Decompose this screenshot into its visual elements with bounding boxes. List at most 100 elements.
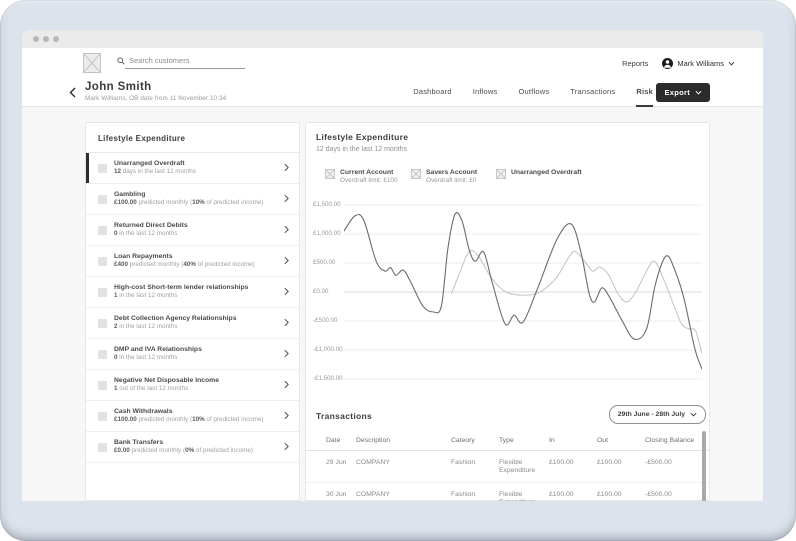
risk-item-value: £100.00 predicted monthly (10% of predic…	[114, 415, 264, 423]
risk-item-icon	[98, 163, 107, 173]
table-column-header: Type	[499, 437, 514, 444]
table-cell: Flexible Expenditure	[499, 458, 536, 474]
page-subtitle: Mark Williams, OB date from 11 November …	[85, 95, 227, 102]
risk-item-icon	[98, 256, 107, 266]
window-control-dot[interactable]	[53, 36, 59, 42]
sidebar-item[interactable]: Unarranged Overdraft 12 days in the last…	[86, 153, 299, 184]
y-axis-tick: -£1,000.00	[313, 346, 343, 353]
table-cell: £100.00	[597, 458, 622, 466]
sidebar-item[interactable]: Debt Collection Agency Relationships 2 i…	[86, 308, 299, 339]
device-frame: Reports Mark Williams John Smith Mark Wi…	[0, 0, 796, 541]
sidebar-item[interactable]: Cash Withdrawals £100.00 predicted month…	[86, 401, 299, 432]
risk-item-value: £0.00 predicted monthly (0% of predicted…	[114, 446, 253, 454]
date-range-dropdown[interactable]: 29th June - 28th July	[608, 405, 706, 424]
image-placeholder-icon	[325, 169, 335, 179]
risk-item-value: 0 in the last 12 months	[114, 353, 178, 361]
page-header: John Smith Mark Williams, OB date from 1…	[22, 78, 763, 107]
sidebar-title: Lifestyle Expenditure	[86, 123, 299, 153]
window-control-dot[interactable]	[33, 36, 39, 42]
tab-outflows[interactable]: Outflows	[519, 78, 550, 107]
risk-item-value: 1 out of the last 12 months	[114, 384, 189, 392]
app-header: Reports Mark Williams	[22, 48, 763, 78]
risk-item-value: 0 in the last 12 months	[114, 229, 178, 237]
legend-item[interactable]: Savers Account Overdraft limit: £0	[411, 169, 477, 184]
window-control-dot[interactable]	[43, 36, 49, 42]
chevron-right-icon	[284, 411, 289, 420]
risk-item-title: Bank Transfers	[114, 439, 164, 447]
table-column-header: Closing Balance	[645, 437, 695, 444]
risk-item-icon	[98, 225, 107, 235]
table-cell: 30 Jun	[326, 491, 347, 499]
chevron-right-icon	[284, 225, 289, 234]
chevron-right-icon	[284, 256, 289, 265]
chevron-down-icon	[728, 61, 735, 65]
risk-item-value: £100.00 predicted monthly (10% of predic…	[114, 198, 264, 206]
transactions-title: Transactions	[316, 411, 373, 421]
table-scrollbar[interactable]	[702, 431, 706, 501]
risk-item-value: 1 in the last 12 months	[114, 291, 178, 299]
legend-item[interactable]: Current Account Overdraft limit: £100	[325, 169, 398, 184]
image-placeholder-icon	[496, 169, 506, 179]
legend-sublabel: Overdraft limit: £100	[340, 177, 398, 185]
user-name: Mark Williams	[677, 58, 724, 68]
chevron-right-icon	[284, 194, 289, 203]
legend-label: Unarranged Overdraft	[511, 169, 582, 176]
table-column-header: Cateory	[451, 437, 475, 444]
page-title: John Smith	[85, 81, 152, 93]
balance-chart: £1,500.00 £1,000.00 £500.00 £0.00 -£500.00 -£…	[306, 197, 709, 397]
sidebar-item[interactable]: Gambling £100.00 predicted monthly (10% …	[86, 184, 299, 215]
series-savers-account	[450, 249, 702, 355]
sidebar-item[interactable]: Bank Transfers £0.00 predicted monthly (…	[86, 432, 299, 463]
table-cell: £100.00	[549, 491, 574, 499]
search-input[interactable]	[125, 55, 245, 69]
tab-dashboard[interactable]: Dashboard	[413, 78, 452, 107]
sidebar-item[interactable]: Loan Repayments £400 predicted monthly (…	[86, 246, 299, 277]
panel-subtitle: 12 days in the last 12 months	[316, 146, 408, 153]
risk-item-title: High-cost Short-term lender relationship…	[114, 284, 249, 292]
tab-transactions[interactable]: Transactions	[570, 78, 615, 107]
legend-sublabel: Overdraft limit: £0	[426, 177, 477, 185]
legend-label: Savers Account	[426, 169, 478, 176]
series-current-account	[344, 212, 702, 370]
y-axis-tick: £1,500.00	[313, 201, 341, 208]
table-cell: Fashion	[451, 458, 476, 466]
y-axis-tick: £0.00	[313, 288, 329, 295]
risk-item-value: £400 predicted monthly (40% of predicted…	[114, 260, 255, 268]
export-button[interactable]: Export	[656, 83, 710, 102]
risk-item-title: Returned Direct Debits	[114, 222, 188, 230]
table-column-header: In	[549, 437, 555, 444]
sidebar-item[interactable]: High-cost Short-term lender relationship…	[86, 277, 299, 308]
chevron-right-icon	[284, 287, 289, 296]
tab-inflows[interactable]: Inflows	[473, 78, 498, 107]
sidebar-item[interactable]: Returned Direct Debits 0 in the last 12 …	[86, 215, 299, 246]
risk-item-icon	[98, 442, 107, 452]
chevron-right-icon	[284, 318, 289, 327]
user-menu[interactable]: Mark Williams	[662, 57, 735, 69]
y-axis-tick: -£1,500.00	[313, 375, 343, 382]
risk-item-title: DMP and IVA Relationships	[114, 346, 202, 354]
back-chevron-icon[interactable]	[69, 85, 76, 103]
sidebar-item[interactable]: Negative Net Disposable Income 1 out of …	[86, 370, 299, 401]
chevron-down-icon	[695, 90, 702, 95]
table-row[interactable]: 29 Jun COMPANY Fashion Flexible Expenditure…	[306, 451, 709, 484]
table-column-header: Date	[326, 437, 341, 444]
y-axis-tick: -£500.00	[313, 317, 338, 324]
browser-window: Reports Mark Williams John Smith Mark Wi…	[22, 30, 763, 501]
chevron-right-icon	[284, 380, 289, 389]
chevron-right-icon	[284, 349, 289, 358]
legend-item[interactable]: Unarranged Overdraft	[496, 169, 582, 179]
risk-item-icon	[98, 411, 107, 421]
table-row[interactable]: 30 Jun COMPANY Fashion Flexible Expenditure…	[306, 483, 709, 501]
chevron-down-icon	[690, 412, 697, 417]
reports-link[interactable]: Reports	[622, 59, 648, 68]
legend-label: Current Account	[340, 169, 394, 176]
sidebar-item[interactable]: DMP and IVA Relationships 0 in the last …	[86, 339, 299, 370]
risk-item-value: 12 days in the last 12 months	[114, 167, 196, 175]
risk-item-title: Cash Withdrawals	[114, 408, 173, 416]
table-cell: 29 Jun	[326, 458, 347, 466]
lifestyle-expenditure-panel: Lifestyle Expenditure 12 days in the las…	[305, 122, 710, 501]
risk-item-icon	[98, 194, 107, 204]
tab-risk[interactable]: Risk	[636, 78, 653, 107]
content-area: Lifestyle Expenditure Unarranged Overdra…	[22, 107, 763, 501]
table-cell: -£500.00	[645, 458, 672, 466]
